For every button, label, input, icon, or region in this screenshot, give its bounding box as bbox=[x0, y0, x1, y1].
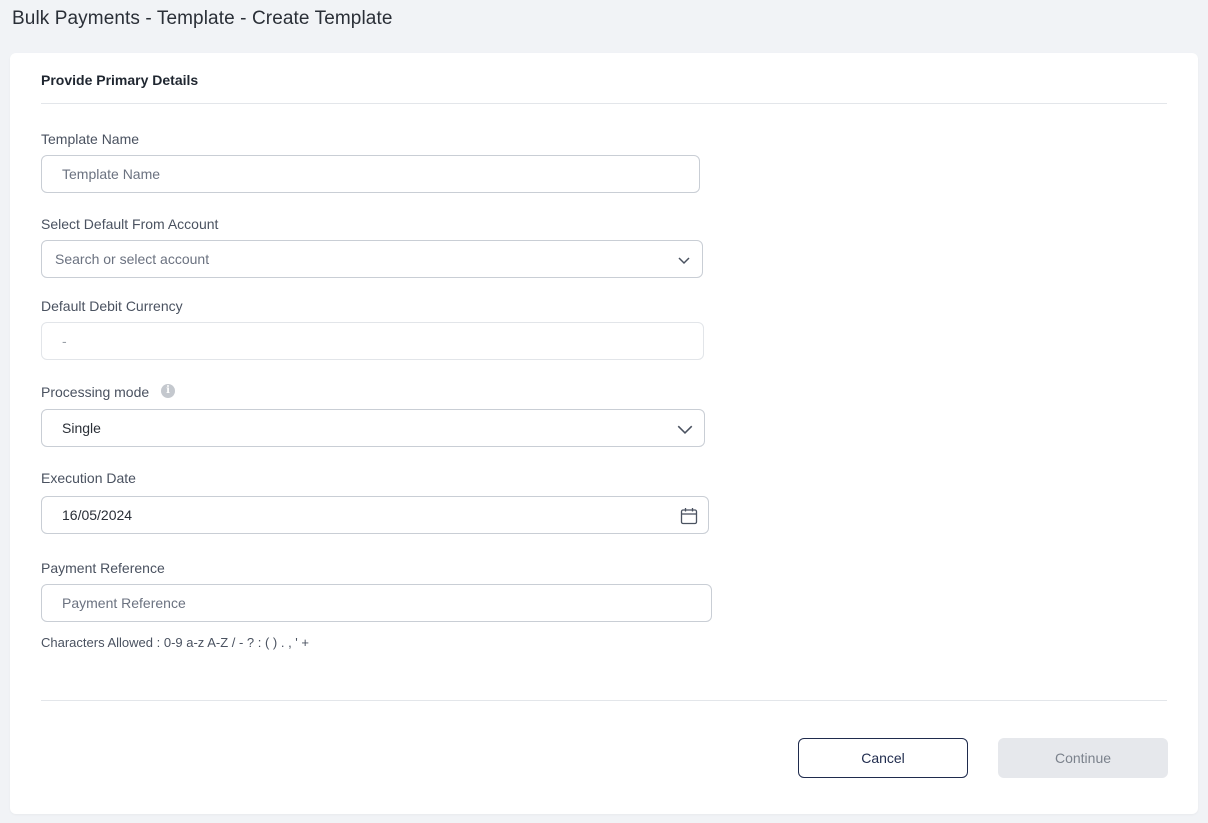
debit-currency-field: - bbox=[41, 322, 704, 360]
from-account-select[interactable]: Search or select account bbox=[41, 240, 703, 278]
info-icon[interactable]: i bbox=[161, 384, 175, 398]
from-account-placeholder: Search or select account bbox=[55, 251, 210, 267]
continue-button[interactable]: Continue bbox=[998, 738, 1168, 778]
template-name-input[interactable] bbox=[42, 156, 699, 192]
processing-mode-label: Processing mode bbox=[41, 384, 150, 400]
debit-currency-label: Default Debit Currency bbox=[41, 298, 183, 314]
chevron-down-icon[interactable] bbox=[676, 420, 694, 438]
execution-date-value: 16/05/2024 bbox=[62, 507, 133, 523]
cancel-button[interactable]: Cancel bbox=[798, 738, 968, 778]
chevron-down-icon[interactable] bbox=[676, 252, 692, 268]
calendar-icon[interactable] bbox=[680, 507, 698, 525]
from-account-label: Select Default From Account bbox=[41, 216, 219, 232]
payment-reference-label: Payment Reference bbox=[41, 560, 165, 576]
debit-currency-value: - bbox=[62, 333, 67, 349]
payment-reference-input[interactable] bbox=[42, 585, 711, 621]
section-title: Provide Primary Details bbox=[41, 72, 199, 88]
template-name-label: Template Name bbox=[41, 131, 140, 147]
template-name-field bbox=[41, 155, 700, 193]
footer-divider bbox=[41, 700, 1167, 701]
processing-mode-select[interactable]: Single bbox=[41, 409, 705, 447]
payment-reference-field bbox=[41, 584, 712, 622]
processing-mode-value: Single bbox=[62, 420, 101, 436]
primary-details-card: Provide Primary Details Template Name Se… bbox=[10, 53, 1198, 814]
execution-date-label: Execution Date bbox=[41, 470, 136, 486]
execution-date-field[interactable]: 16/05/2024 bbox=[41, 496, 709, 534]
page-title: Bulk Payments - Template - Create Templa… bbox=[12, 8, 393, 29]
characters-allowed-hint: Characters Allowed : 0-9 a-z A-Z / - ? :… bbox=[41, 635, 309, 650]
header-divider bbox=[41, 103, 1167, 104]
